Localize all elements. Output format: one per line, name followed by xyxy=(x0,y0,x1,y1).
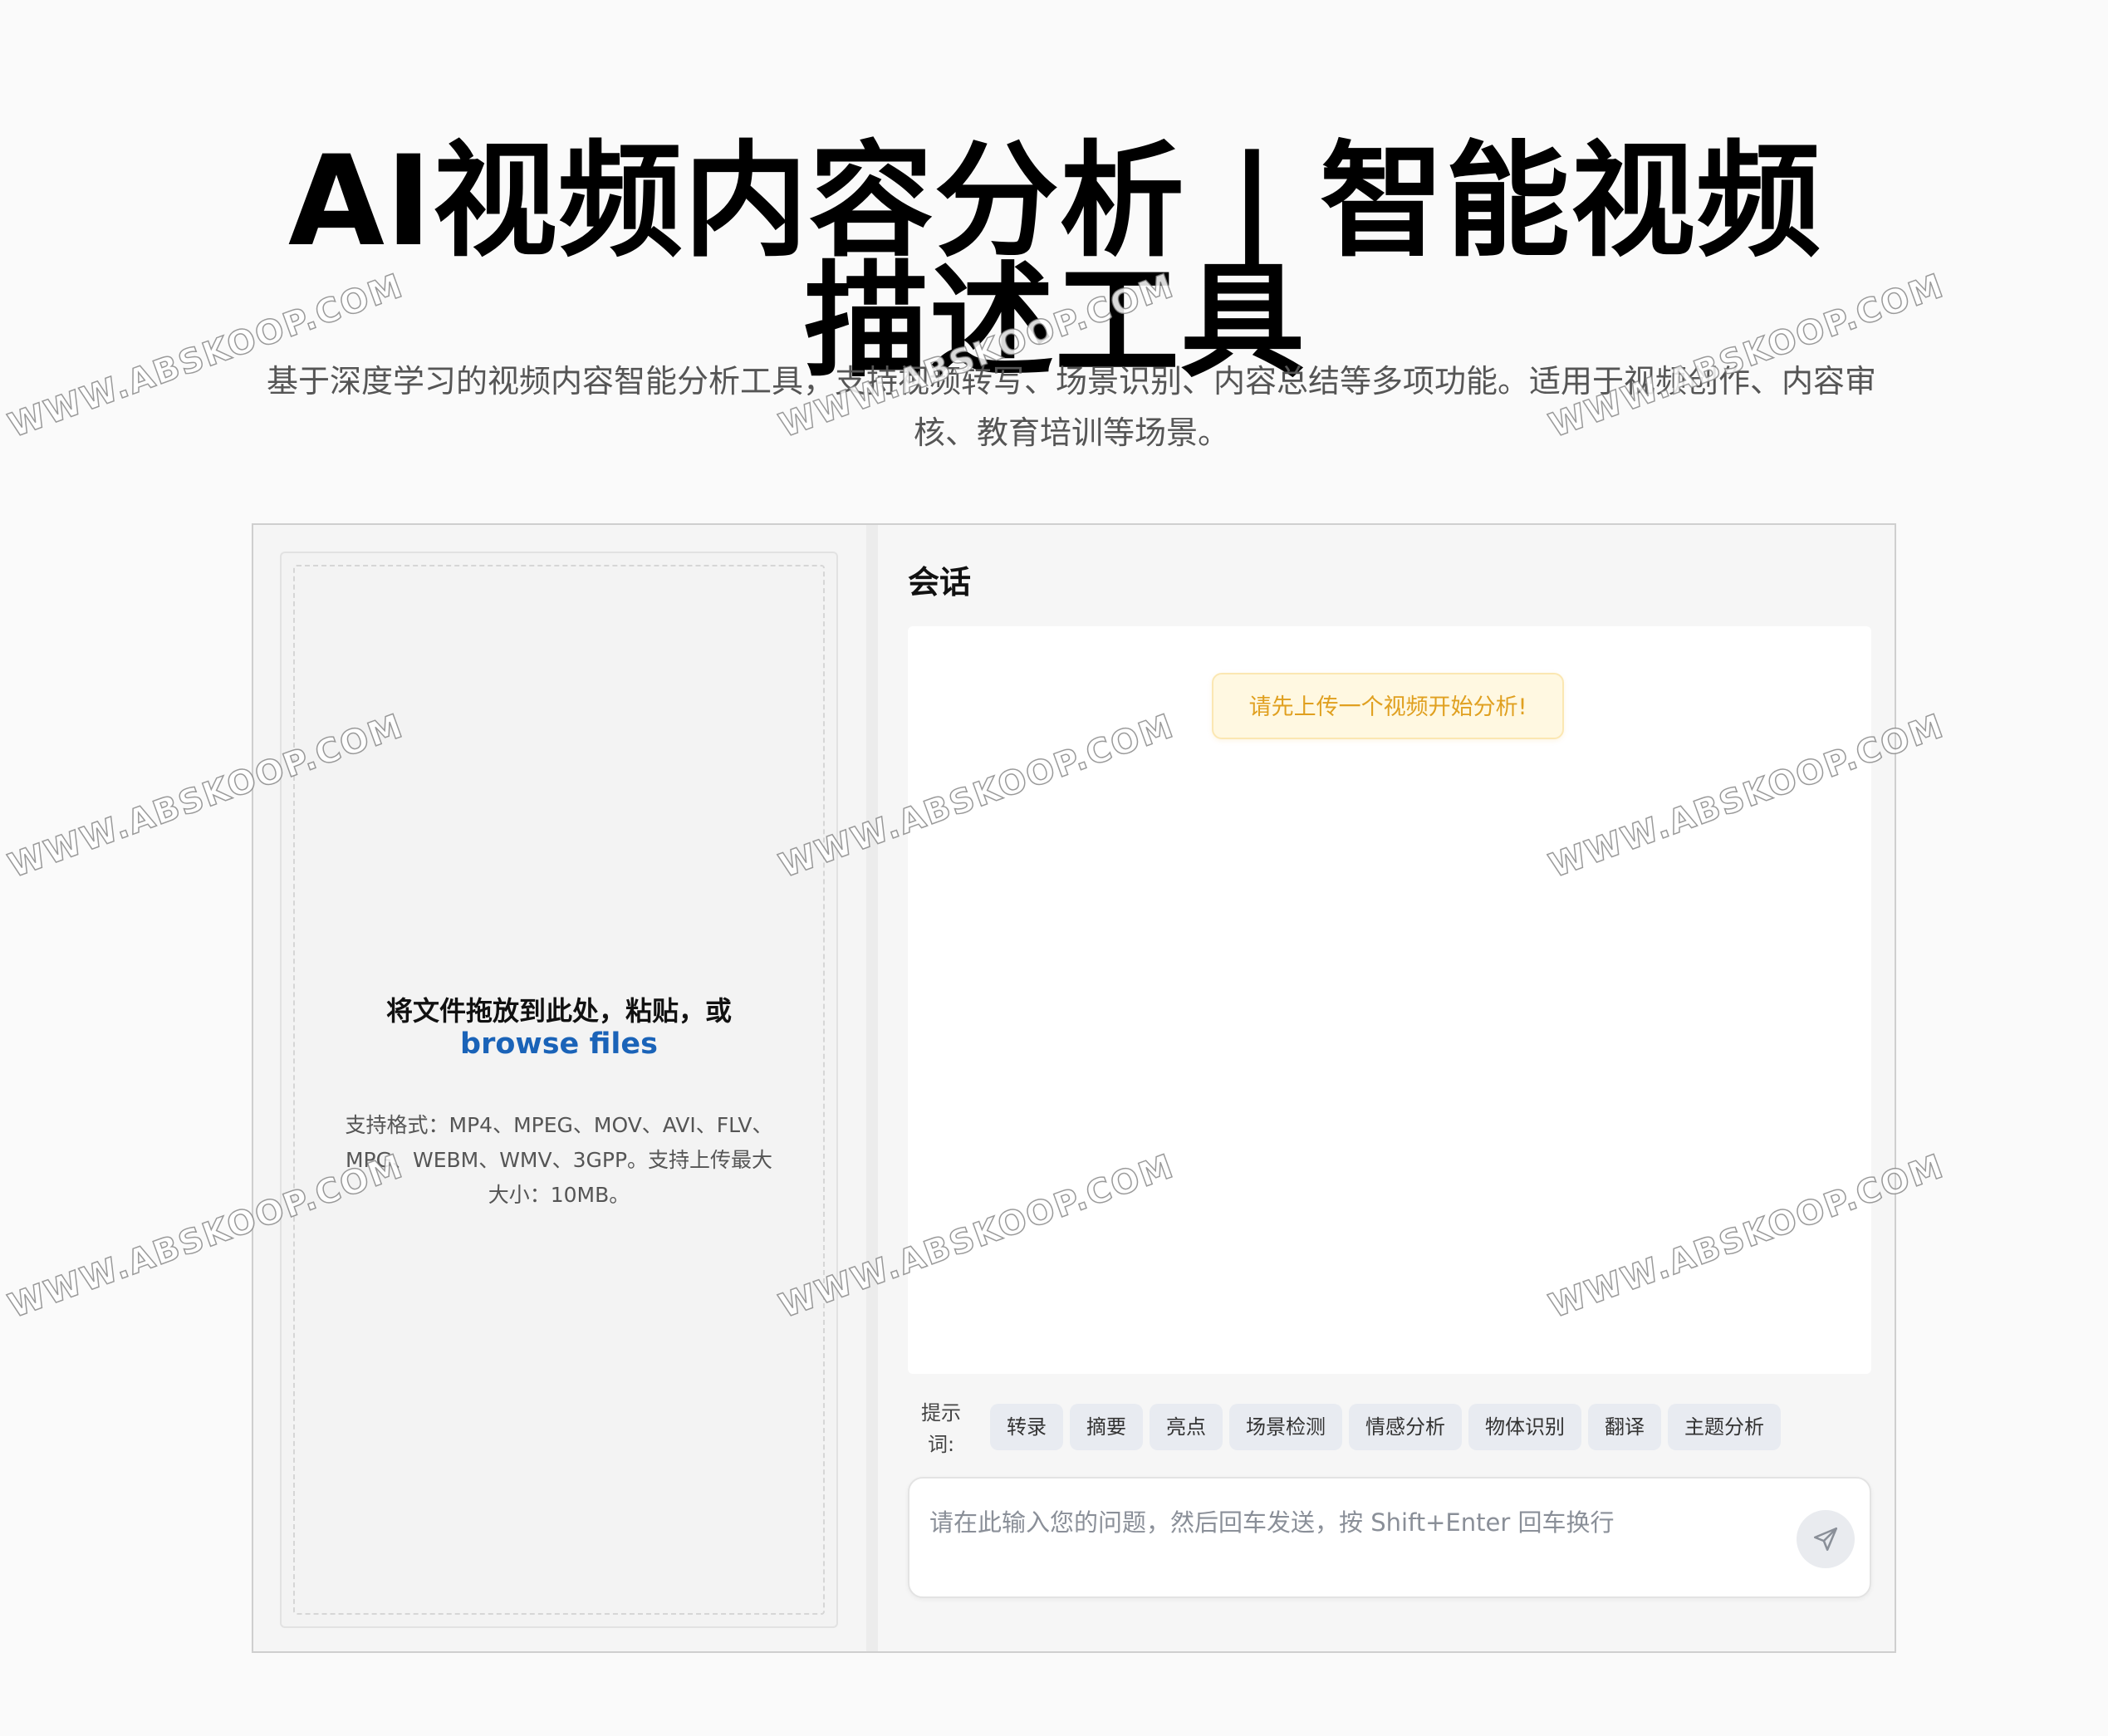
prompt-chip-translate[interactable]: 翻译 xyxy=(1588,1404,1661,1450)
send-icon xyxy=(1813,1527,1838,1552)
prompt-chip-topic-analysis[interactable]: 主题分析 xyxy=(1668,1404,1781,1450)
chat-input[interactable] xyxy=(928,1497,1762,1548)
chat-messages-area: 请先上传一个视频开始分析! xyxy=(908,626,1871,1374)
supported-formats-text: 支持格式：MP4、MPEG、MOV、AVI、FLV、MPG、WEBM、WMV、3… xyxy=(345,1113,773,1207)
prompt-chip-summary[interactable]: 摘要 xyxy=(1070,1404,1143,1450)
page-title: AI视频内容分析 | 智能视频描述工具 xyxy=(287,129,1822,395)
prompt-chips: 转录 摘要 亮点 场景检测 情感分析 物体识别 翻译 主题分析 xyxy=(990,1404,1781,1450)
chat-input-box xyxy=(908,1477,1871,1598)
upload-first-notice: 请先上传一个视频开始分析! xyxy=(1212,673,1564,739)
workspace: 将文件拖放到此处，粘贴，或 browse files 支持格式：MP4、MPEG… xyxy=(252,523,1896,1653)
prompt-chip-transcribe[interactable]: 转录 xyxy=(990,1404,1063,1450)
prompt-chip-highlights[interactable]: 亮点 xyxy=(1150,1404,1223,1450)
chat-title: 会话 xyxy=(908,564,972,601)
page-subtitle: 基于深度学习的视频内容智能分析工具，支持视频转写、场景识别、内容总结等多项功能。… xyxy=(266,363,1876,451)
panel-divider xyxy=(866,525,878,1651)
file-drop-zone[interactable]: 将文件拖放到此处，粘贴，或 browse files 支持格式：MP4、MPEG… xyxy=(293,565,825,1615)
prompt-chip-object-recognition[interactable]: 物体识别 xyxy=(1468,1404,1581,1450)
prompts-label: 提示词: xyxy=(921,1401,961,1456)
chat-panel: 会话 请先上传一个视频开始分析! 提示词: 转录 摘要 亮点 场景检测 情感分析… xyxy=(878,525,1895,1651)
send-button[interactable] xyxy=(1797,1510,1855,1568)
prompt-chip-sentiment[interactable]: 情感分析 xyxy=(1349,1404,1462,1450)
prompt-chip-scene-detection[interactable]: 场景检测 xyxy=(1229,1404,1342,1450)
browse-files-link[interactable]: browse files xyxy=(295,1027,823,1061)
drop-instruction-text: 将文件拖放到此处，粘贴，或 xyxy=(385,995,732,1027)
upload-panel: 将文件拖放到此处，粘贴，或 browse files 支持格式：MP4、MPEG… xyxy=(280,552,838,1628)
